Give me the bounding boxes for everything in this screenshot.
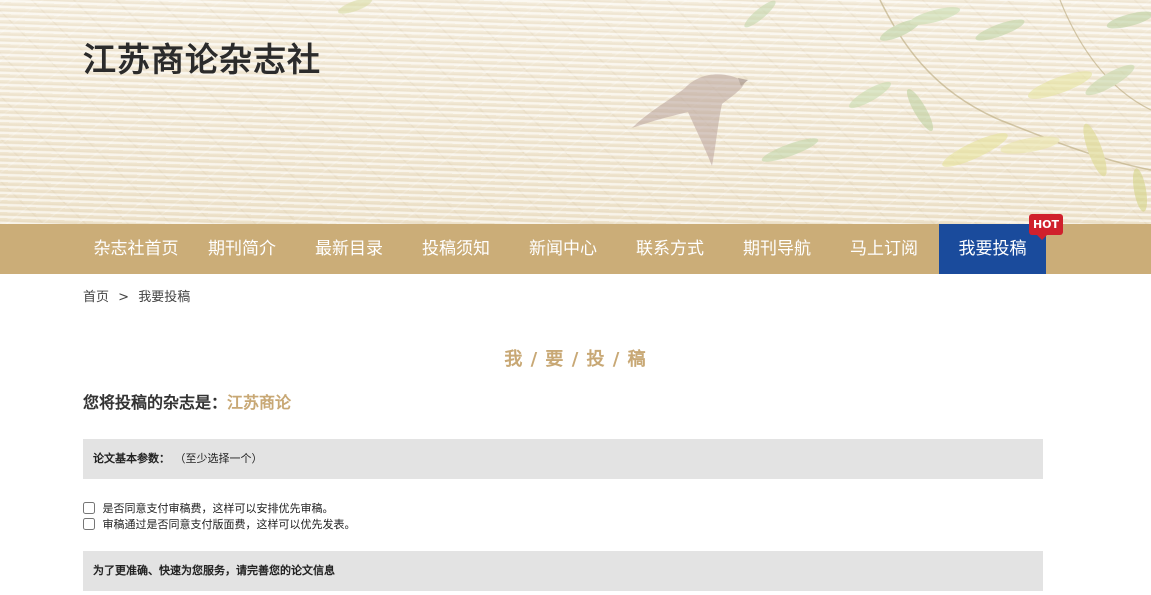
nav-item-about[interactable]: 期刊简介 — [189, 224, 295, 274]
nav-item-news[interactable]: 新闻中心 — [510, 224, 616, 274]
nav-item-home[interactable]: 杂志社首页 — [83, 224, 189, 274]
page-title: 我 / 要 / 投 / 稿 — [504, 349, 647, 370]
nav-item-contact[interactable]: 联系方式 — [617, 224, 723, 274]
info-section-title: 为了更准确、快速为您服务，请完善您的论文信息 — [93, 564, 335, 577]
nav-item-journal-nav[interactable]: 期刊导航 — [724, 224, 830, 274]
target-journal-prefix: 您将投稿的杂志是： — [83, 393, 228, 412]
target-journal-line: 您将投稿的杂志是：江苏商论 — [83, 389, 291, 413]
review-fee-checkbox[interactable] — [83, 502, 95, 514]
nav-item-subscribe[interactable]: 马上订阅 — [831, 224, 937, 274]
info-section-header: 为了更准确、快速为您服务，请完善您的论文信息 — [83, 551, 1043, 591]
option-page-fee: 审稿通过是否同意支付版面费，这样可以优先发表。 — [83, 517, 356, 532]
swallow-icon — [632, 74, 748, 166]
option-review-fee: 是否同意支付审稿费，这样可以安排优先审稿。 — [83, 501, 334, 516]
hot-badge: HOT — [1029, 214, 1063, 240]
page-fee-label[interactable]: 审稿通过是否同意支付版面费，这样可以优先发表。 — [103, 518, 356, 531]
site-title[interactable]: 江苏商论杂志社 — [83, 33, 321, 81]
breadcrumb-separator: > — [118, 290, 130, 305]
header-banner: 江苏商论杂志社 — [0, 0, 1151, 224]
breadcrumb-current: 我要投稿 — [138, 290, 191, 305]
page-fee-checkbox[interactable] — [83, 518, 95, 530]
willow-branch-icon — [337, 0, 1151, 212]
target-journal-name: 江苏商论 — [227, 393, 292, 412]
params-section-header: 论文基本参数： （至少选择一个） — [83, 439, 1043, 479]
params-section-hint: （至少选择一个） — [180, 452, 263, 465]
main-nav: 杂志社首页 期刊简介 最新目录 投稿须知 新闻中心 联系方式 期刊导航 马上订阅… — [0, 224, 1151, 274]
params-section-title: 论文基本参数： — [93, 452, 170, 465]
review-fee-label[interactable]: 是否同意支付审稿费，这样可以安排优先审稿。 — [103, 502, 334, 515]
nav-item-guidelines[interactable]: 投稿须知 — [403, 224, 509, 274]
breadcrumb-home-link[interactable]: 首页 — [83, 286, 109, 305]
breadcrumb: 首页 > 我要投稿 — [83, 286, 190, 305]
nav-item-latest-issue[interactable]: 最新目录 — [296, 224, 402, 274]
